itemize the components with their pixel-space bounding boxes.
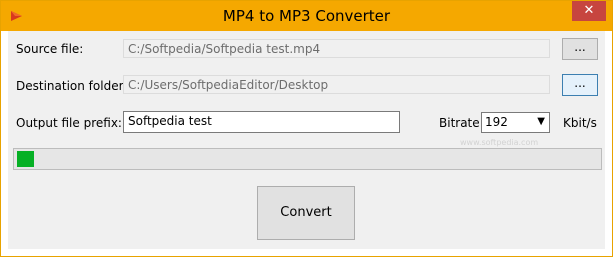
app-window: MP4 to MP3 Converter ✕ Source file: C:/S… — [0, 0, 613, 257]
destination-folder-field: C:/Users/SoftpediaEditor/Desktop — [123, 75, 550, 94]
bitrate-value: 192 — [485, 115, 508, 129]
convert-button[interactable]: Convert — [257, 186, 355, 240]
output-prefix-label: Output file prefix: — [16, 116, 122, 130]
bitrate-unit: Kbit/s — [563, 116, 597, 130]
bitrate-label: Bitrate: — [439, 116, 484, 130]
source-file-field: C:/Softpedia/Softpedia test.mp4 — [123, 39, 550, 58]
source-file-label: Source file: — [16, 42, 84, 56]
progress-bar — [13, 148, 602, 170]
main-panel: Source file: C:/Softpedia/Softpedia test… — [8, 31, 605, 249]
close-button[interactable]: ✕ — [572, 1, 606, 21]
progress-fill — [17, 151, 34, 167]
watermark: www.softpedia.com — [460, 138, 539, 147]
window-title: MP4 to MP3 Converter — [222, 7, 391, 25]
source-browse-button[interactable]: ... — [562, 38, 598, 60]
bitrate-select[interactable]: 192 ▼ — [481, 112, 550, 133]
title-bar: MP4 to MP3 Converter ✕ — [1, 1, 612, 31]
destination-browse-button[interactable]: ... — [562, 74, 598, 96]
output-prefix-input[interactable]: Softpedia test — [123, 111, 400, 133]
destination-folder-label: Destination folder: — [16, 79, 128, 93]
chevron-down-icon: ▼ — [537, 116, 545, 127]
